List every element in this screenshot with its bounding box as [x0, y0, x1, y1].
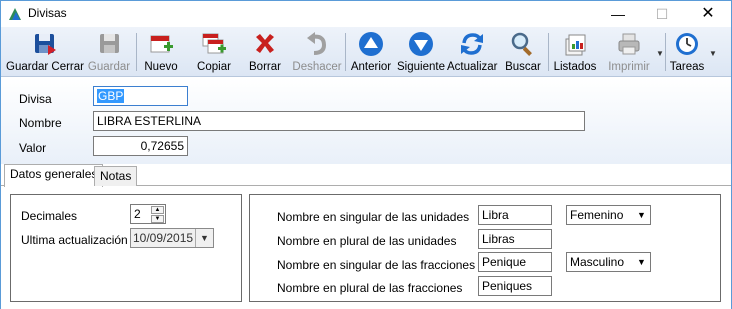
undo-label: Deshacer: [292, 61, 342, 73]
chevron-down-icon[interactable]: ▼: [633, 253, 650, 271]
save-close-button[interactable]: Guardar Cerrar: [5, 27, 85, 77]
search-button[interactable]: Buscar: [503, 27, 543, 77]
search-label: Buscar: [505, 61, 541, 73]
window: Divisas — ☐ ✕ Guardar Cerrar Guardar Nue…: [0, 0, 732, 309]
next-button[interactable]: Siguiente: [396, 27, 446, 77]
window-bottom-edge: [1, 305, 731, 309]
new-button[interactable]: Nuevo: [140, 27, 182, 77]
toolbar: Guardar Cerrar Guardar Nuevo Copiar Borr…: [1, 27, 731, 77]
divisa-label: Divisa: [19, 92, 52, 106]
save-icon: [100, 34, 119, 53]
units-panel: Nombre en singular de las unidades Libra…: [249, 194, 721, 302]
maximize-button[interactable]: ☐: [639, 1, 685, 27]
decimales-stepper[interactable]: 2 ▲ ▼: [130, 204, 166, 224]
tab-strip: Datos generales Notas: [1, 164, 731, 187]
previous-button[interactable]: Anterior: [348, 27, 394, 77]
plural-fractions-field[interactable]: Peniques: [478, 276, 552, 296]
decimales-label: Decimales: [21, 209, 78, 223]
singular-units-field[interactable]: Libra: [478, 205, 552, 225]
refresh-icon: [461, 33, 483, 55]
undo-button[interactable]: Deshacer: [292, 27, 342, 77]
ultima-label: Ultima actualización: [21, 233, 128, 247]
tasks-button[interactable]: Tareas: [667, 27, 707, 77]
title-bar: Divisas — ☐ ✕: [1, 1, 731, 27]
previous-label: Anterior: [350, 61, 392, 73]
singular-fractions-label: Nombre en singular de las fracciones: [277, 258, 476, 272]
copy-label: Copiar: [197, 61, 231, 73]
save-close-label: Guardar Cerrar: [6, 61, 84, 73]
plural-units-label: Nombre en plural de las unidades: [277, 234, 457, 248]
plural-units-field[interactable]: Libras: [478, 229, 552, 249]
clock-icon: [676, 33, 698, 55]
divisa-field[interactable]: GBP: [93, 86, 188, 106]
copy-button[interactable]: Copiar: [192, 27, 236, 77]
toolbar-divider: [665, 33, 666, 71]
search-icon: [511, 32, 532, 56]
valor-label: Valor: [19, 141, 47, 155]
window-title: Divisas: [28, 6, 67, 20]
toolbar-divider: [345, 33, 346, 71]
copy-icon: [202, 33, 226, 54]
chevron-down-icon[interactable]: ▼: [195, 229, 213, 247]
app-icon: [9, 8, 21, 20]
arrow-up-icon: [359, 32, 383, 56]
print-button[interactable]: Imprimir: [604, 27, 654, 77]
nombre-field[interactable]: LIBRA ESTERLINA: [93, 111, 585, 131]
decimales-value: 2: [134, 207, 141, 221]
next-label: Siguiente: [397, 61, 445, 73]
singular-units-gender-value: Femenino: [570, 208, 624, 222]
reports-icon: [565, 34, 586, 56]
delete-label: Borrar: [249, 61, 281, 73]
ultima-date-picker[interactable]: 10/09/2015 ▼: [130, 228, 214, 248]
toolbar-divider: [136, 33, 137, 71]
new-icon: [150, 35, 173, 53]
tab-datos-generales[interactable]: Datos generales: [4, 164, 104, 187]
reports-label: Listados: [553, 61, 597, 73]
general-panel: Decimales 2 ▲ ▼ Ultima actualización 10/…: [10, 194, 242, 302]
reports-button[interactable]: Listados: [552, 27, 598, 77]
tasks-dropdown-icon[interactable]: ▼: [709, 49, 717, 58]
delete-icon: [256, 34, 274, 53]
stepper-up-icon[interactable]: ▲: [151, 206, 164, 214]
save-close-icon: [35, 34, 56, 55]
print-dropdown-icon[interactable]: ▼: [656, 49, 664, 58]
singular-fractions-gender-select[interactable]: Masculino ▼: [566, 252, 651, 272]
new-label: Nuevo: [144, 61, 178, 73]
singular-units-gender-select[interactable]: Femenino ▼: [566, 205, 651, 225]
close-button[interactable]: ✕: [685, 1, 731, 27]
singular-fractions-gender-value: Masculino: [570, 255, 625, 269]
toolbar-divider: [548, 33, 549, 71]
stepper-down-icon[interactable]: ▼: [151, 215, 164, 223]
singular-units-label: Nombre en singular de las unidades: [277, 210, 470, 224]
nombre-label: Nombre: [19, 116, 62, 130]
refresh-label: Actualizar: [447, 61, 498, 73]
singular-fractions-field[interactable]: Penique: [478, 252, 552, 272]
ultima-value: 10/09/2015: [133, 231, 194, 245]
print-label: Imprimir: [608, 61, 650, 73]
record-header: Divisa GBP Nombre LIBRA ESTERLINA Valor …: [1, 78, 731, 164]
chevron-down-icon[interactable]: ▼: [633, 206, 650, 224]
minimize-button[interactable]: —: [595, 1, 641, 27]
refresh-button[interactable]: Actualizar: [447, 27, 498, 77]
divisa-value: GBP: [97, 89, 125, 103]
delete-button[interactable]: Borrar: [245, 27, 285, 77]
tab-notas[interactable]: Notas: [94, 166, 138, 186]
arrow-down-icon: [409, 32, 433, 56]
save-label: Guardar: [87, 61, 131, 73]
save-button[interactable]: Guardar: [86, 27, 132, 77]
tasks-label: Tareas: [669, 61, 705, 73]
plural-fractions-label: Nombre en plural de las fracciones: [277, 281, 463, 295]
valor-field[interactable]: 0,72655: [93, 136, 188, 156]
printer-icon: [618, 33, 640, 55]
undo-icon: [307, 32, 327, 55]
